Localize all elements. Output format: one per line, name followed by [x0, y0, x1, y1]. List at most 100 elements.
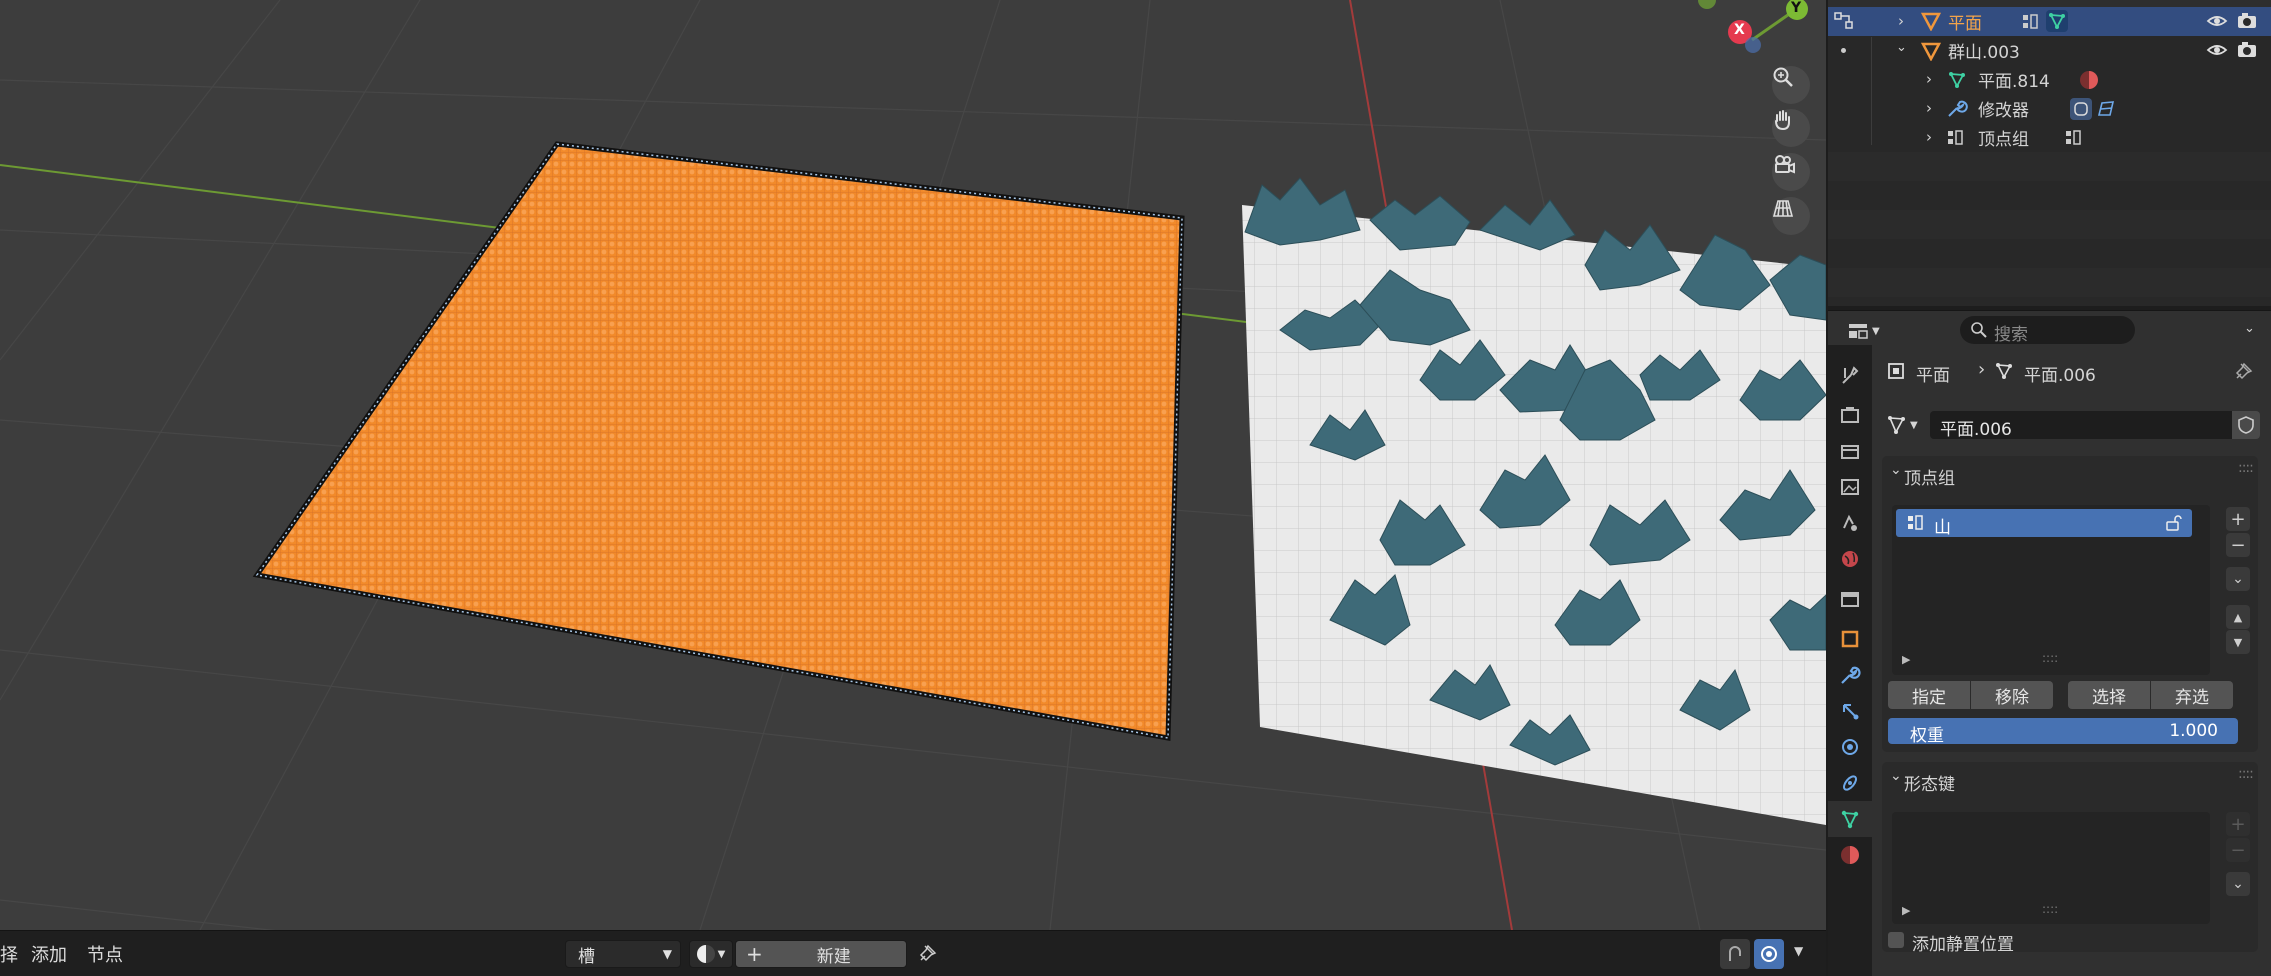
chevron-right-icon[interactable]: › — [1926, 128, 1932, 146]
eye-icon[interactable] — [2206, 42, 2228, 63]
slot-dropdown[interactable]: 槽 ▼ — [565, 940, 681, 968]
gizmo-y-label[interactable]: Y — [1791, 0, 1801, 16]
pin-icon[interactable] — [918, 943, 938, 968]
remove-label: 移除 — [1995, 687, 2029, 708]
assign-label: 指定 — [1912, 687, 1946, 708]
shape-keys-title[interactable]: 形态键 — [1904, 770, 1955, 795]
vertex-groups-panel: ⌄ 顶点组 :::: 山 ▶ :::: + − ⌄ ▲ ▼ 指定 移除 选择 弃… — [1882, 456, 2258, 752]
wrench-icon — [1946, 99, 1968, 124]
resize-handle-icon[interactable]: :::: — [2042, 902, 2058, 916]
outliner-row-modifiers[interactable]: › 修改器 — [1828, 94, 2271, 123]
tool-tab-icon[interactable] — [1828, 357, 1872, 393]
selected-plane-mesh — [252, 141, 1185, 741]
material-browse-button[interactable]: ▼ — [689, 940, 733, 968]
overlay-toggle-icon[interactable] — [1754, 939, 1784, 969]
chevron-right-icon: › — [1978, 359, 1986, 380]
fake-user-shield-icon[interactable] — [2232, 411, 2260, 439]
assign-button[interactable]: 指定 — [1888, 681, 1970, 709]
vertex-group-specials-button[interactable]: ⌄ — [2226, 567, 2250, 591]
material-tab-icon[interactable] — [1828, 837, 1872, 873]
particles-tab-icon[interactable] — [1828, 693, 1872, 729]
chevron-down-icon[interactable]: ⌄ — [1896, 40, 1907, 55]
scene-tab-icon[interactable] — [1828, 505, 1872, 541]
menu-node[interactable]: 节点 — [87, 941, 123, 967]
drag-handle-icon[interactable]: :::: — [2238, 460, 2254, 476]
outliner-label-vertex-groups: 顶点组 — [1978, 130, 2029, 150]
perspective-grid-icon[interactable] — [1772, 197, 1810, 235]
weight-slider[interactable]: 权重 1.000 — [1888, 718, 2238, 746]
vertex-group-icon — [2021, 13, 2041, 36]
mesh-data-icon — [2046, 10, 2068, 32]
filter-expand-icon[interactable]: ▶ — [1902, 653, 1910, 666]
outliner: › 平面 ⌄ 群山.003 › 平面.814 › 修改器 › 顶点组 — [1828, 0, 2271, 306]
pan-hand-icon[interactable] — [1772, 109, 1810, 147]
mesh-browse-button[interactable]: ▼ — [1886, 411, 1926, 439]
eye-icon[interactable] — [2206, 13, 2228, 34]
shape-key-specials-button[interactable]: ⌄ — [2226, 872, 2250, 896]
remove-vertex-group-button[interactable]: − — [2226, 533, 2250, 557]
vertex-groups-title[interactable]: 顶点组 — [1904, 464, 1955, 489]
gizmo-x-label[interactable]: X — [1734, 22, 1745, 38]
shape-key-list[interactable]: ▶ :::: — [1892, 812, 2210, 924]
add-vertex-group-button[interactable]: + — [2226, 507, 2250, 531]
physics-tab-icon[interactable] — [1828, 729, 1872, 765]
deselect-button[interactable]: 弃选 — [2151, 681, 2233, 709]
output-tab-icon[interactable] — [1828, 433, 1872, 469]
select-button[interactable]: 选择 — [2068, 681, 2150, 709]
zoom-icon[interactable] — [1772, 66, 1810, 104]
chevron-right-icon[interactable]: › — [1898, 12, 1904, 30]
vertex-group-icon — [1906, 514, 1926, 537]
vertex-group-item[interactable]: 山 — [1896, 509, 2192, 538]
properties-search-input[interactable]: 搜索 — [1960, 316, 2135, 345]
move-up-button[interactable]: ▲ — [2226, 605, 2250, 629]
outliner-label-plane: 平面 — [1948, 14, 1982, 34]
constraints-tab-icon[interactable] — [1828, 765, 1872, 801]
remove-shape-key-button[interactable]: − — [2226, 838, 2250, 862]
menu-select[interactable]: 择 — [0, 941, 18, 967]
camera-view-icon[interactable] — [1772, 153, 1810, 191]
3d-viewport[interactable]: X Y — [0, 0, 1826, 930]
outliner-row-mountains[interactable]: ⌄ 群山.003 — [1828, 36, 2271, 65]
filter-expand-icon[interactable]: ▶ — [1902, 904, 1910, 917]
chevron-down-icon: ▼ — [662, 947, 672, 961]
chevron-down-icon[interactable]: ⌄ — [1890, 768, 1902, 784]
vertex-group-icon — [1946, 129, 1966, 152]
weight-value: 1.000 — [2169, 721, 2218, 741]
mesh-data-tab-icon[interactable] — [1828, 801, 1872, 837]
chevron-down-icon[interactable]: ⌄ — [2244, 321, 2255, 336]
outliner-row-vertex-groups[interactable]: › 顶点组 — [1828, 123, 2271, 152]
pin-icon[interactable] — [2234, 361, 2254, 386]
object-select-icon — [1832, 10, 1856, 37]
resize-handle-icon[interactable]: :::: — [2042, 651, 2058, 665]
move-down-button[interactable]: ▼ — [2226, 630, 2250, 654]
outliner-row-plane[interactable]: › 平面 — [1828, 7, 2271, 36]
vertex-group-list[interactable]: 山 ▶ :::: — [1892, 505, 2210, 675]
outliner-row-mesh-data[interactable]: › 平面.814 — [1828, 65, 2271, 94]
modifier-tab-icon[interactable] — [1828, 657, 1872, 693]
view-layer-tab-icon[interactable] — [1828, 469, 1872, 505]
snap-icon[interactable] — [1720, 939, 1750, 969]
object-tab-icon[interactable] — [1828, 621, 1872, 657]
chevron-down-icon[interactable]: ▼ — [1794, 944, 1803, 958]
camera-render-icon[interactable] — [2236, 12, 2258, 35]
shape-keys-panel: ⌄ 形态键 :::: ▶ :::: + − ⌄ 添加静置位置 — [1882, 762, 2258, 955]
triangle-down-icon: ▼ — [2233, 635, 2243, 649]
deselect-label: 弃选 — [2175, 687, 2209, 708]
mesh-name-field[interactable]: 平面.006 — [1930, 411, 2232, 440]
add-shape-key-button[interactable]: + — [2226, 812, 2250, 836]
camera-render-icon[interactable] — [2236, 41, 2258, 64]
chevron-right-icon[interactable]: › — [1926, 99, 1932, 117]
editor-type-icon[interactable]: ▼ — [1846, 319, 1886, 343]
collection-tab-icon[interactable] — [1828, 581, 1872, 617]
new-material-button[interactable]: + 新建 — [735, 940, 907, 968]
lock-icon[interactable] — [2164, 514, 2184, 537]
world-tab-icon[interactable] — [1828, 541, 1872, 577]
render-tab-icon[interactable] — [1828, 397, 1872, 433]
add-rest-position-checkbox[interactable] — [1888, 932, 1904, 948]
drag-handle-icon[interactable]: :::: — [2238, 766, 2254, 782]
chevron-down-icon[interactable]: ⌄ — [1890, 462, 1902, 478]
menu-add[interactable]: 添加 — [31, 941, 67, 967]
mesh-data-icon — [1994, 361, 2014, 386]
remove-button[interactable]: 移除 — [1971, 681, 2053, 709]
chevron-right-icon[interactable]: › — [1926, 70, 1932, 88]
